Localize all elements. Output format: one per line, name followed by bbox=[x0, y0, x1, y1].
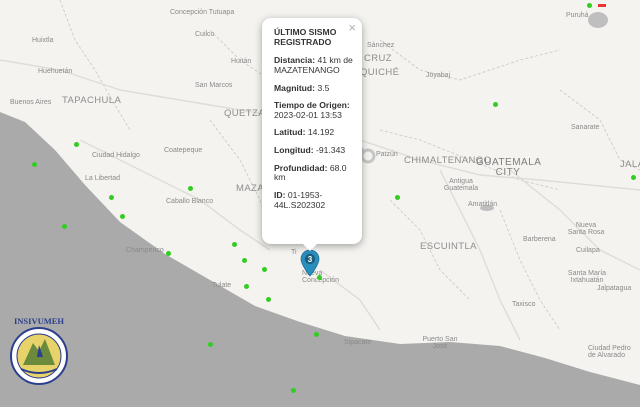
station-dot[interactable] bbox=[314, 332, 319, 337]
popup-title: ÚLTIMO SISMO REGISTRADO bbox=[274, 27, 337, 47]
field-id: ID: 01-1953-44L.S202302 bbox=[274, 189, 356, 210]
place-ciudad-hidalgo: Ciudad Hidalgo bbox=[92, 152, 140, 159]
place-quetzaltenango: QUETZA bbox=[224, 108, 265, 119]
field-value: 14.192 bbox=[307, 127, 335, 138]
place-patzun: Patzún bbox=[376, 151, 398, 158]
station-dot[interactable] bbox=[493, 102, 498, 107]
field-label: Distancia: bbox=[274, 55, 316, 66]
station-dot[interactable] bbox=[232, 242, 237, 247]
station-dot[interactable] bbox=[32, 162, 37, 167]
station-dot[interactable] bbox=[587, 3, 592, 8]
place-amatitlan: Amatitlán bbox=[468, 201, 498, 208]
place-jalapa: JALAP bbox=[620, 159, 640, 170]
field-longitude: Longitud: -91.343 bbox=[274, 145, 356, 156]
place-sanarate: Sanarate bbox=[571, 124, 600, 131]
place-nueva-santa-rosa: Nueva Santa Rosa bbox=[567, 222, 605, 236]
station-dot[interactable] bbox=[291, 388, 296, 393]
station-dot[interactable] bbox=[631, 175, 636, 180]
station-dot[interactable] bbox=[395, 195, 400, 200]
place-cruz: CRUZ bbox=[364, 53, 392, 64]
place-concepcion-tutuapa: Concepción Tutuapa bbox=[170, 9, 235, 16]
place-ciudad-pedro: Ciudad Pedro de Alvarado bbox=[588, 345, 631, 359]
place-puerto-san-jose: Puerto San José bbox=[422, 336, 458, 350]
place-sipacate: Sipacate bbox=[344, 339, 372, 346]
field-label: ID: bbox=[274, 189, 286, 200]
marker-magnitude-label: 3 bbox=[308, 255, 313, 264]
station-dot[interactable] bbox=[244, 284, 249, 289]
field-value: 3.5 bbox=[317, 82, 330, 93]
place-tapachula: TAPACHULA bbox=[62, 95, 122, 106]
field-label: Profundidad: bbox=[274, 162, 328, 173]
place-mazatenango: MAZA bbox=[236, 183, 264, 194]
field-magnitude: Magnitud: 3.5 bbox=[274, 82, 356, 94]
place-taxisco: Taxisco bbox=[512, 301, 536, 308]
station-dot[interactable] bbox=[166, 251, 171, 256]
station-dot[interactable] bbox=[120, 214, 125, 219]
station-dot[interactable] bbox=[262, 267, 267, 272]
field-value: -91.343 bbox=[316, 145, 346, 155]
institution-seal-icon: INSIVUMEH bbox=[10, 316, 68, 385]
place-guatemala-city: GUATEMALA CITY bbox=[476, 157, 542, 178]
place-sanchez: Sánchez bbox=[367, 42, 395, 49]
place-san-marcos: San Marcos bbox=[195, 82, 233, 89]
popup-tip bbox=[302, 243, 318, 251]
field-label: Longitud: bbox=[274, 145, 314, 155]
earthquake-marker[interactable]: 3 bbox=[300, 249, 320, 277]
field-depth: Profundidad: 68.0 km bbox=[274, 162, 356, 183]
station-dot[interactable] bbox=[242, 258, 247, 263]
field-origin-time: Tiempo de Origen: 2023-02-01 13:53 bbox=[274, 100, 356, 120]
map-canvas[interactable]: Concepción Tutuapa Cuilco Huixtla Huehue… bbox=[0, 0, 640, 407]
field-label: Tiempo de Origen: bbox=[274, 100, 350, 111]
place-buenos-aires: Buenos Aires bbox=[10, 99, 52, 106]
place-huitan: Huitán bbox=[231, 58, 252, 65]
logo-text: INSIVUMEH bbox=[14, 316, 64, 326]
place-jalpatagua: Jalpatagua bbox=[597, 285, 632, 292]
place-tiquisate: Ti bbox=[291, 249, 297, 256]
place-coatepeque: Coatepeque bbox=[164, 147, 203, 154]
place-champerico: Champerico bbox=[126, 247, 164, 254]
place-la-libertad: La Libertad bbox=[85, 175, 121, 182]
field-value: 2023-02-01 13:53 bbox=[274, 109, 342, 120]
field-label: Latitud: bbox=[274, 127, 306, 138]
place-joyabaj: Joyabaj bbox=[426, 72, 451, 79]
place-escuintla: ESCUINTLA bbox=[420, 241, 477, 252]
station-dot[interactable] bbox=[74, 142, 79, 147]
place-puruha: Puruhá bbox=[566, 12, 589, 19]
field-distance: Distancia: 41 km de MAZATENANGO bbox=[274, 55, 356, 75]
field-latitude: Latitud: 14.192 bbox=[274, 128, 356, 138]
station-dot[interactable] bbox=[109, 195, 114, 200]
station-dot[interactable] bbox=[62, 224, 67, 229]
place-santa-maria-ixtahuatan: Santa María Ixtahuatán bbox=[567, 270, 607, 284]
station-dot[interactable] bbox=[266, 297, 271, 302]
place-cuilapa: Cuilapa bbox=[576, 247, 600, 254]
station-dot[interactable] bbox=[208, 342, 213, 347]
field-label: Magnitud: bbox=[274, 82, 316, 93]
place-quiche: QUICHÉ bbox=[360, 67, 400, 78]
station-dot[interactable] bbox=[188, 186, 193, 191]
place-cuilco: Cuilco bbox=[195, 31, 215, 38]
place-tulate: Tulate bbox=[212, 282, 232, 289]
place-barberena: Barberena bbox=[523, 236, 556, 243]
place-huixtla: Huixtla bbox=[32, 37, 54, 44]
place-huehuetan: Huehuetán bbox=[38, 68, 73, 75]
place-caballo-blanco: Caballo Blanco bbox=[166, 198, 214, 205]
earthquake-popup: × ÚLTIMO SISMO REGISTRADO Distancia: 41 … bbox=[262, 18, 362, 251]
place-antigua: Antigua Guatemala bbox=[443, 178, 479, 192]
lake-yojoa bbox=[588, 12, 608, 28]
